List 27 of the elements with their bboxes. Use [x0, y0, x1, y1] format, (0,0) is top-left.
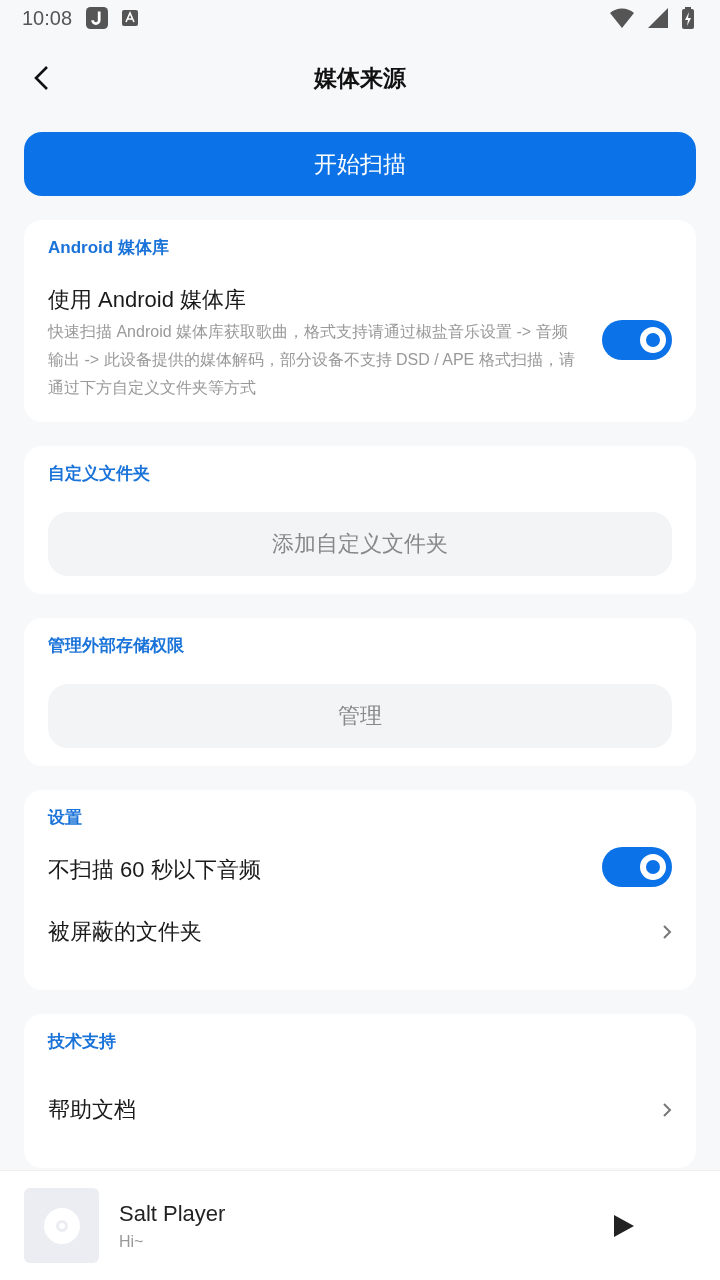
- chevron-right-icon: [662, 924, 672, 940]
- back-icon[interactable]: [33, 65, 49, 91]
- setting-label: 使用 Android 媒体库: [48, 286, 248, 314]
- section-title: 自定义文件夹: [48, 463, 151, 485]
- chevron-right-icon: [662, 1102, 672, 1118]
- scan-button[interactable]: 开始扫描: [24, 132, 696, 196]
- setting-label[interactable]: 帮助文档: [48, 1094, 136, 1126]
- play-icon[interactable]: [614, 1214, 634, 1237]
- section-title: 设置: [48, 807, 83, 829]
- mini-player[interactable]: Salt Player Hi~: [0, 1170, 720, 1280]
- app-notification-icon: [86, 7, 109, 29]
- section-title: 管理外部存储权限: [48, 635, 185, 657]
- app-notification-icon: [122, 10, 139, 26]
- track-subtitle: Hi~: [119, 1232, 145, 1251]
- signal-icon: [648, 8, 668, 28]
- page-title: 媒体来源: [314, 63, 406, 93]
- section-title: 技术支持: [48, 1031, 117, 1053]
- toggle-switch[interactable]: [602, 847, 672, 887]
- section-title: Android 媒体库: [48, 237, 170, 259]
- setting-label: 不扫描 60 秒以下音频: [48, 856, 262, 884]
- wifi-icon: [610, 8, 634, 28]
- toggle-switch[interactable]: [602, 320, 672, 360]
- status-time: 10:08: [22, 6, 73, 30]
- setting-description: 快速扫描 Android 媒体库获取歌曲，格式支持请通过椒盐音乐设置 -> 音频输出 -> 此设备提供的媒体解码，部分设备不支持 DSD / APE 格式扫描，请通过下方自定义文件夹等方式: [48, 322, 576, 398]
- battery-icon: [682, 7, 694, 29]
- track-title: Salt Player: [119, 1200, 226, 1227]
- setting-label[interactable]: 被屏蔽的文件夹: [48, 916, 202, 948]
